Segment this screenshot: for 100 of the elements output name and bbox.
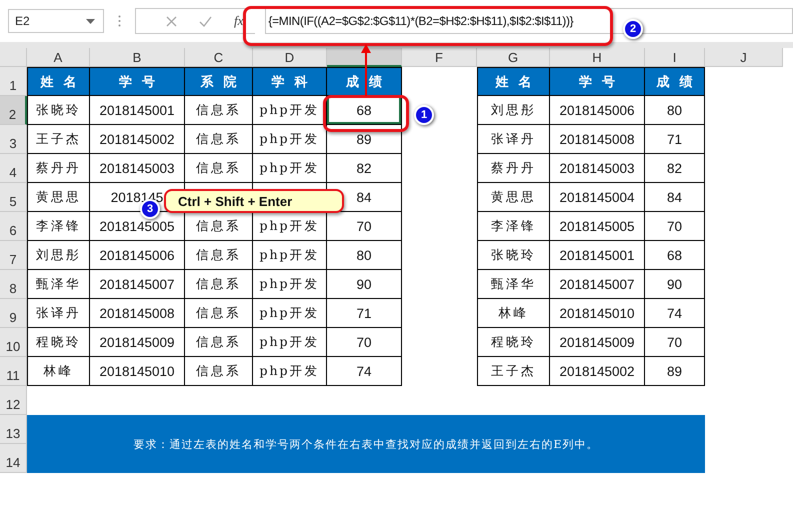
table-cell: 信息系 bbox=[185, 125, 253, 154]
row-header[interactable]: 8 bbox=[0, 270, 27, 299]
table-cell: 信息系 bbox=[185, 241, 253, 270]
table-header-cell: 学号 bbox=[550, 67, 645, 96]
table-cell: 蔡丹丹 bbox=[27, 154, 90, 183]
table-cell: 2018145002 bbox=[550, 357, 645, 386]
row-header[interactable]: 11 bbox=[0, 357, 27, 386]
table-cell: 张译丹 bbox=[477, 125, 550, 154]
shortcut-callout: Ctrl + Shift + Enter bbox=[164, 189, 344, 213]
table-cell: 90 bbox=[327, 270, 402, 299]
table-header-cell: 姓名 bbox=[27, 67, 90, 96]
table-cell: 74 bbox=[327, 357, 402, 386]
table-cell: 68 bbox=[645, 241, 705, 270]
table-cell: 80 bbox=[645, 96, 705, 125]
table-cell: 林峰 bbox=[27, 357, 90, 386]
table-cell: 74 bbox=[645, 299, 705, 328]
table-header-cell: 成绩 bbox=[327, 67, 402, 96]
table-cell: 70 bbox=[645, 328, 705, 357]
table-cell: php开发 bbox=[253, 125, 327, 154]
table-cell: 70 bbox=[645, 212, 705, 241]
table-cell: 2018145010 bbox=[90, 357, 185, 386]
table-cell: 信息系 bbox=[185, 96, 253, 125]
column-header[interactable]: B bbox=[90, 48, 185, 67]
drag-handle-icon[interactable] bbox=[118, 15, 121, 27]
column-header[interactable]: C bbox=[185, 48, 253, 67]
table-cell: 黄思思 bbox=[477, 183, 550, 212]
row-header[interactable]: 2 bbox=[0, 96, 27, 125]
table-cell: 刘思彤 bbox=[27, 241, 90, 270]
table-cell: 2018145009 bbox=[550, 328, 645, 357]
row-header[interactable]: 13 bbox=[0, 415, 27, 444]
table-cell: 2018145008 bbox=[550, 125, 645, 154]
table-cell: 2018145005 bbox=[550, 212, 645, 241]
table-cell: 2018145007 bbox=[550, 270, 645, 299]
table-cell: 张晓玲 bbox=[477, 241, 550, 270]
table-cell: php开发 bbox=[253, 241, 327, 270]
table-header-cell: 系院 bbox=[185, 67, 253, 96]
table-cell: php开发 bbox=[253, 96, 327, 125]
row-header[interactable]: 7 bbox=[0, 241, 27, 270]
row-header[interactable]: 6 bbox=[0, 212, 27, 241]
table-cell: 2018145010 bbox=[550, 299, 645, 328]
table-cell: 2018145006 bbox=[550, 96, 645, 125]
table-cell: 张译丹 bbox=[27, 299, 90, 328]
column-header[interactable]: F bbox=[402, 48, 477, 67]
cancel-icon[interactable] bbox=[166, 16, 177, 26]
table-cell: 2018145003 bbox=[550, 154, 645, 183]
caret-icon bbox=[86, 18, 95, 24]
table-cell: 程晓玲 bbox=[477, 328, 550, 357]
column-header[interactable]: G bbox=[477, 48, 550, 67]
table-cell: 2018145002 bbox=[90, 125, 185, 154]
table-cell: 王子杰 bbox=[477, 357, 550, 386]
table-cell: 程晓玲 bbox=[27, 328, 90, 357]
table-cell: 2018145006 bbox=[90, 241, 185, 270]
table-cell: 80 bbox=[327, 241, 402, 270]
name-box[interactable]: E2 bbox=[8, 9, 104, 33]
table-cell: 信息系 bbox=[185, 328, 253, 357]
column-header[interactable]: I bbox=[645, 48, 705, 67]
row-header[interactable]: 4 bbox=[0, 154, 27, 183]
row-header[interactable]: 3 bbox=[0, 125, 27, 154]
table-cell: 90 bbox=[645, 270, 705, 299]
table-cell: 张晓玲 bbox=[27, 96, 90, 125]
table-header-cell: 学号 bbox=[90, 67, 185, 96]
table-cell: 89 bbox=[645, 357, 705, 386]
column-header[interactable]: J bbox=[705, 48, 783, 67]
select-all-corner[interactable] bbox=[0, 48, 27, 67]
table-cell: 2018145004 bbox=[550, 183, 645, 212]
table-cell: 70 bbox=[327, 328, 402, 357]
table-header-cell: 姓名 bbox=[477, 67, 550, 96]
table-cell: 信息系 bbox=[185, 357, 253, 386]
column-header[interactable]: H bbox=[550, 48, 645, 67]
table-cell: 2018145008 bbox=[90, 299, 185, 328]
table-cell: 刘思彤 bbox=[477, 96, 550, 125]
confirm-icon[interactable] bbox=[199, 16, 212, 26]
insert-function-button[interactable]: fx bbox=[234, 13, 244, 29]
column-header[interactable]: D bbox=[253, 48, 327, 67]
requirement-banner: 要求：通过左表的姓名和学号两个条件在右表中查找对应的成绩并返回到左右的E列中。 bbox=[27, 415, 705, 473]
row-header[interactable]: 9 bbox=[0, 299, 27, 328]
column-header[interactable] bbox=[327, 48, 402, 67]
table-header-cell: 学科 bbox=[253, 67, 327, 96]
column-header[interactable]: A bbox=[27, 48, 90, 67]
row-header[interactable]: 14 bbox=[0, 444, 27, 473]
table-cell: php开发 bbox=[253, 270, 327, 299]
table-cell: 71 bbox=[327, 299, 402, 328]
table-header-cell: 成绩 bbox=[645, 67, 705, 96]
table-cell: 2018145003 bbox=[90, 154, 185, 183]
table-cell: php开发 bbox=[253, 299, 327, 328]
table-cell: 82 bbox=[327, 154, 402, 183]
table-cell: 信息系 bbox=[185, 299, 253, 328]
table-cell: 王子杰 bbox=[27, 125, 90, 154]
table-cell: php开发 bbox=[253, 154, 327, 183]
row-header[interactable]: 12 bbox=[0, 386, 27, 415]
table-cell: 84 bbox=[645, 183, 705, 212]
row-header[interactable]: 5 bbox=[0, 183, 27, 212]
table-cell: 李泽锋 bbox=[477, 212, 550, 241]
table-cell: 甄泽华 bbox=[477, 270, 550, 299]
table-cell: 林峰 bbox=[477, 299, 550, 328]
table-cell: 89 bbox=[327, 125, 402, 154]
table-cell: 2018145007 bbox=[90, 270, 185, 299]
row-header[interactable]: 10 bbox=[0, 328, 27, 357]
table-cell: 蔡丹丹 bbox=[477, 154, 550, 183]
row-header[interactable]: 1 bbox=[0, 67, 27, 96]
